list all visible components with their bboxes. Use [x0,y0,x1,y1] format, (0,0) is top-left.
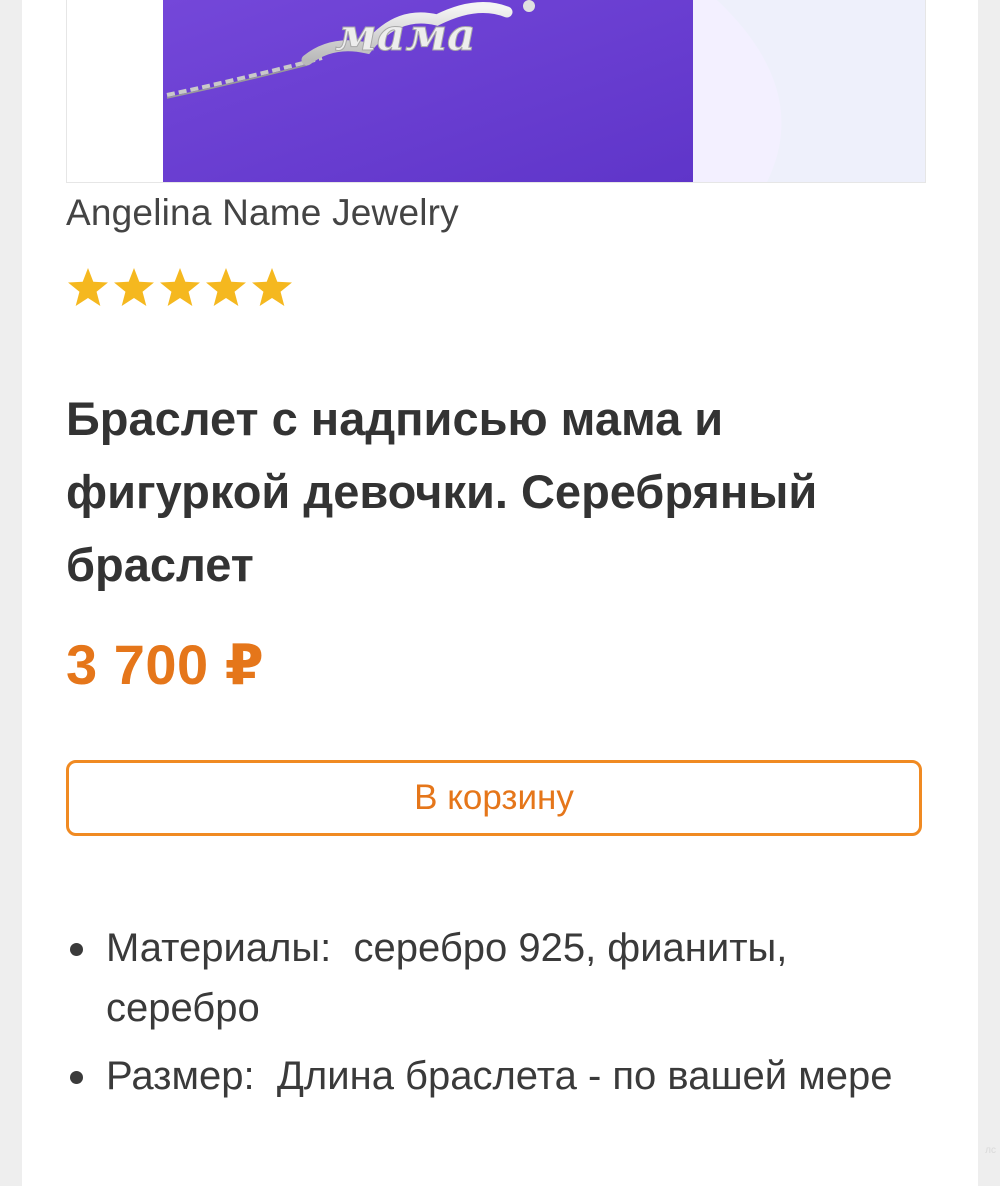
product-card: мама Angelina Name Jewelry Браслет с над… [22,0,978,1186]
star-icon [252,268,292,306]
rating-stars [66,266,294,316]
bullet-icon [70,1071,83,1084]
pendant-inscription: мама [335,10,476,61]
spec-item-size: Размер: Длина браслета - по вашей мере [66,1046,946,1106]
spec-list: Материалы: серебро 925, фианиты, серебро… [66,918,946,1114]
star-icon [68,268,108,306]
product-title: Браслет с надписью мама и фигуркой девоч… [66,392,818,591]
product-photo: мама [67,0,925,182]
star-icon [160,268,200,306]
product-image[interactable]: мама [66,0,926,183]
watermark: лс [985,1145,996,1156]
spec-label: Размер: [106,1054,255,1098]
add-to-cart-button[interactable]: В корзину [66,760,922,836]
star-icon [114,268,154,306]
spec-item-materials: Материалы: серебро 925, фианиты, серебро [66,918,946,1038]
star-icon [206,268,246,306]
shop-name[interactable]: Angelina Name Jewelry [66,192,459,234]
bullet-icon [70,943,83,956]
spec-value: Длина браслета - по вашей мере [276,1054,893,1098]
spec-label: Материалы: [106,926,332,970]
product-price: 3 700 ₽ [66,633,265,696]
